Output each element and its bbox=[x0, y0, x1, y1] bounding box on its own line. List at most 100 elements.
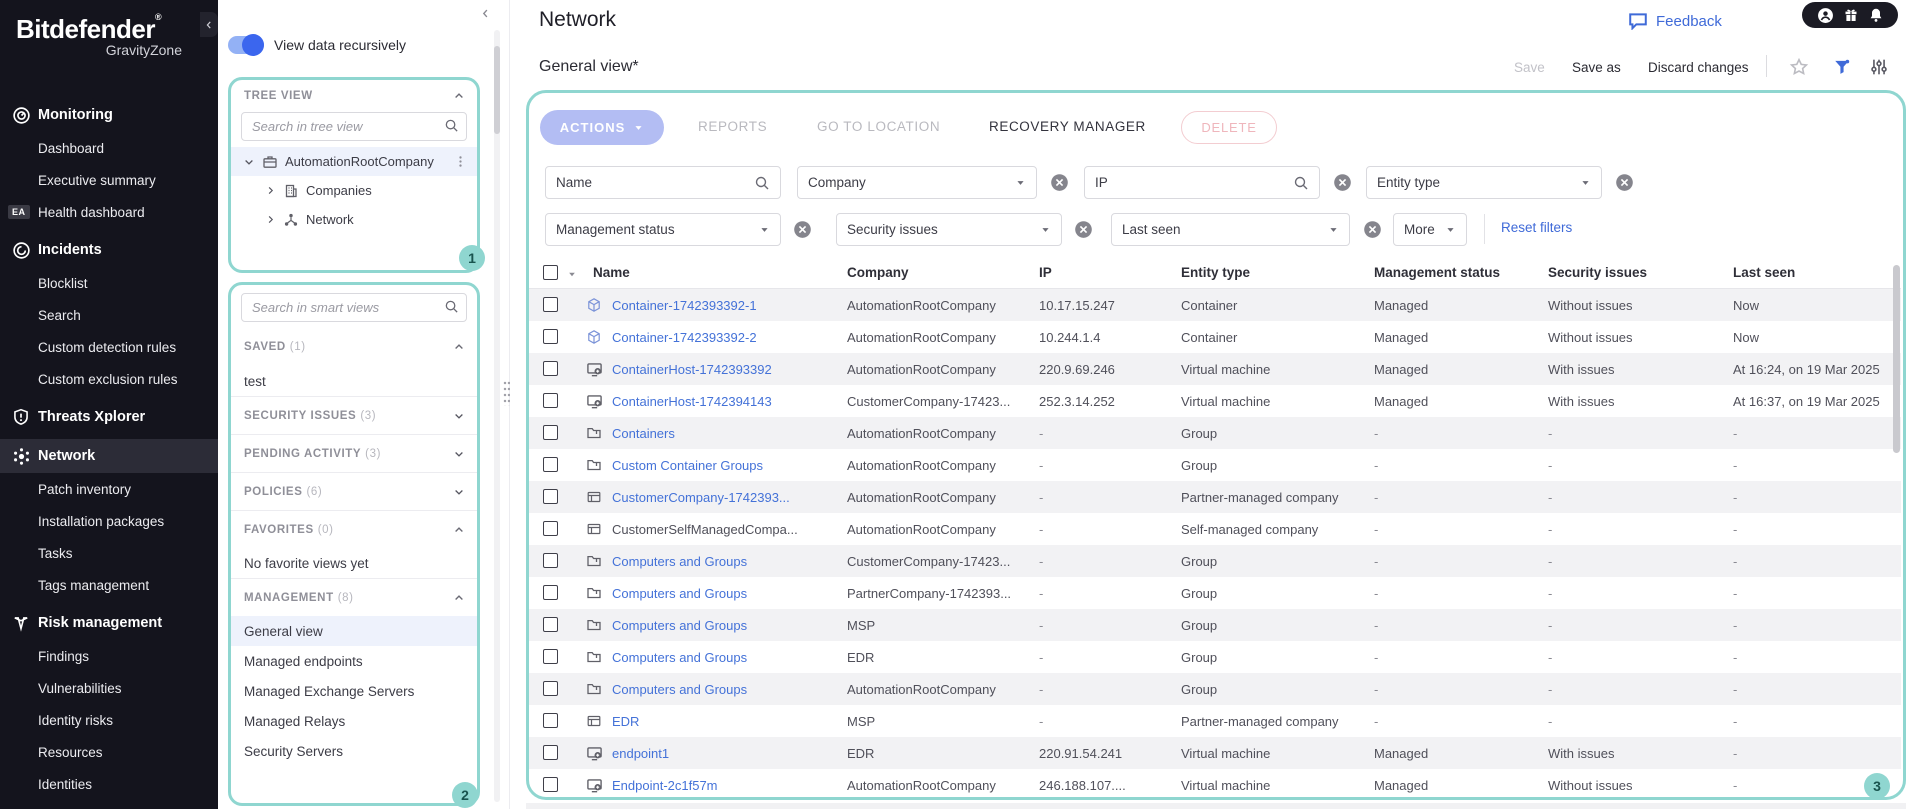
sidebar-item-patch-inventory[interactable]: Patch inventory bbox=[0, 473, 218, 505]
sidebar-item-executive-summary[interactable]: Executive summary bbox=[0, 164, 218, 196]
row-checkbox[interactable] bbox=[543, 681, 558, 696]
entity-name-link[interactable]: Container-1742393392-1 bbox=[612, 298, 834, 313]
entity-name-link[interactable]: Container-1742393392-2 bbox=[612, 330, 834, 345]
sidebar-item-monitoring[interactable]: Monitoring bbox=[0, 98, 218, 132]
sidebar-item-identities[interactable]: Identities bbox=[0, 768, 218, 800]
row-checkbox[interactable] bbox=[543, 297, 558, 312]
go-to-location-button[interactable]: GO TO LOCATION bbox=[817, 119, 940, 134]
filter-last-seen[interactable]: Last seen bbox=[1111, 213, 1350, 246]
sliders-icon[interactable] bbox=[1867, 55, 1891, 79]
filter-security-issues[interactable]: Security issues bbox=[836, 213, 1062, 246]
smart-views-search-input[interactable] bbox=[241, 293, 467, 322]
sidebar-item-tasks[interactable]: Tasks bbox=[0, 537, 218, 569]
sidebar-item-custom-detection-rules[interactable]: Custom detection rules bbox=[0, 331, 218, 363]
entity-name-link[interactable]: Computers and Groups bbox=[612, 650, 834, 665]
row-checkbox[interactable] bbox=[543, 489, 558, 504]
filter-company[interactable]: Company bbox=[797, 166, 1037, 199]
row-checkbox[interactable] bbox=[543, 457, 558, 472]
clear-entity-type-filter-icon[interactable] bbox=[1615, 173, 1634, 192]
row-checkbox[interactable] bbox=[543, 425, 558, 440]
row-checkbox[interactable] bbox=[543, 521, 558, 536]
column-header-security-issues[interactable]: Security issues bbox=[1548, 265, 1647, 280]
entity-name-link[interactable]: Endpoint-2c1f57m bbox=[612, 778, 834, 793]
smart-view-item-managed-exchange-servers[interactable]: Managed Exchange Servers bbox=[231, 676, 477, 706]
entity-name-link[interactable]: Containers bbox=[612, 426, 834, 441]
row-checkbox[interactable] bbox=[543, 585, 558, 600]
section-header-management[interactable]: MANAGEMENT (8) bbox=[231, 578, 477, 616]
entity-name-link[interactable]: Computers and Groups bbox=[612, 618, 834, 633]
view-recursively-toggle[interactable] bbox=[228, 34, 264, 56]
sidebar-item-findings[interactable]: Findings bbox=[0, 640, 218, 672]
recovery-manager-button[interactable]: RECOVERY MANAGER bbox=[989, 119, 1146, 134]
section-header-policies[interactable]: POLICIES (6) bbox=[231, 472, 477, 510]
sidebar-item-network[interactable]: Network bbox=[0, 439, 218, 473]
entity-name-link[interactable]: endpoint1 bbox=[612, 746, 834, 761]
row-checkbox[interactable] bbox=[543, 329, 558, 344]
sidebar-item-incidents[interactable]: Incidents bbox=[0, 233, 218, 267]
column-header-entity-type[interactable]: Entity type bbox=[1181, 265, 1250, 280]
panel-collapse-button[interactable] bbox=[480, 8, 491, 19]
entity-name-link[interactable]: ContainerHost-1742393392 bbox=[612, 362, 834, 377]
sidebar-item-risk-management[interactable]: Risk management bbox=[0, 606, 218, 640]
sidebar-collapse-button[interactable] bbox=[200, 12, 218, 37]
clear-company-filter-icon[interactable] bbox=[1050, 173, 1069, 192]
column-header-company[interactable]: Company bbox=[847, 265, 909, 280]
filter-more[interactable]: More bbox=[1393, 213, 1467, 246]
clear-management-status-filter-icon[interactable] bbox=[793, 220, 812, 239]
entity-name-link[interactable]: Computers and Groups bbox=[612, 554, 834, 569]
filter-name[interactable]: Name bbox=[545, 166, 781, 199]
discard-changes-button[interactable]: Discard changes bbox=[1648, 56, 1749, 78]
favorite-star-icon[interactable] bbox=[1787, 55, 1811, 79]
tree-node-network[interactable]: Network bbox=[231, 205, 477, 234]
entity-name-link[interactable]: Computers and Groups bbox=[612, 586, 834, 601]
sidebar-item-search[interactable]: Search bbox=[0, 299, 218, 331]
section-header-pending-activity[interactable]: PENDING ACTIVITY (3) bbox=[231, 434, 477, 472]
table-scrollbar-thumb[interactable] bbox=[1893, 265, 1900, 453]
clear-security-issues-filter-icon[interactable] bbox=[1074, 220, 1093, 239]
row-checkbox[interactable] bbox=[543, 393, 558, 408]
entity-name-link[interactable]: CustomerCompany-1742393... bbox=[612, 490, 834, 505]
smart-view-item-managed-endpoints[interactable]: Managed endpoints bbox=[231, 646, 477, 676]
section-header-security-issues[interactable]: SECURITY ISSUES (3) bbox=[231, 396, 477, 434]
sidebar-item-tags-management[interactable]: Tags management bbox=[0, 569, 218, 601]
clear-last-seen-filter-icon[interactable] bbox=[1363, 220, 1382, 239]
row-checkbox[interactable] bbox=[543, 745, 558, 760]
section-header-favorites[interactable]: FAVORITES (0) bbox=[231, 510, 477, 548]
entity-name-link[interactable]: Custom Container Groups bbox=[612, 458, 834, 473]
sidebar-item-resources[interactable]: Resources bbox=[0, 736, 218, 768]
smart-view-item-security-servers[interactable]: Security Servers bbox=[231, 736, 477, 766]
column-header-ip[interactable]: IP bbox=[1039, 265, 1052, 280]
row-checkbox[interactable] bbox=[543, 777, 558, 792]
filter-entity-type[interactable]: Entity type bbox=[1366, 166, 1602, 199]
row-checkbox[interactable] bbox=[543, 361, 558, 376]
reset-filters-link[interactable]: Reset filters bbox=[1501, 220, 1572, 235]
bell-icon[interactable] bbox=[1868, 7, 1884, 23]
sidebar-item-custom-exclusion-rules[interactable]: Custom exclusion rules bbox=[0, 363, 218, 395]
entity-name-link[interactable]: Computers and Groups bbox=[612, 682, 834, 697]
save-button[interactable]: Save bbox=[1514, 56, 1545, 78]
sidebar-item-installation-packages[interactable]: Installation packages bbox=[0, 505, 218, 537]
delete-button[interactable]: DELETE bbox=[1181, 111, 1277, 144]
row-checkbox[interactable] bbox=[543, 713, 558, 728]
tree-node-root[interactable]: AutomationRootCompany bbox=[231, 147, 477, 176]
save-as-button[interactable]: Save as bbox=[1572, 56, 1621, 78]
panel-scrollbar[interactable] bbox=[494, 30, 500, 802]
section-header-saved[interactable]: SAVED (1) bbox=[231, 328, 477, 366]
gift-icon[interactable] bbox=[1843, 7, 1859, 23]
filter-management-status[interactable]: Management status bbox=[545, 213, 781, 246]
filter-ip[interactable]: IP bbox=[1084, 166, 1320, 199]
sidebar-item-health-dashboard[interactable]: EA Health dashboard bbox=[0, 196, 218, 228]
tree-node-companies[interactable]: Companies bbox=[231, 176, 477, 205]
row-checkbox[interactable] bbox=[543, 617, 558, 632]
smart-view-item-test[interactable]: test bbox=[231, 366, 477, 396]
row-checkbox[interactable] bbox=[543, 553, 558, 568]
select-all-checkbox[interactable] bbox=[543, 265, 558, 280]
smart-view-item-general-view[interactable]: General view bbox=[231, 616, 477, 646]
sidebar-item-threats-xplorer[interactable]: Threats Xplorer bbox=[0, 400, 218, 434]
smart-view-item-managed-relays[interactable]: Managed Relays bbox=[231, 706, 477, 736]
filter-funnel-icon[interactable] bbox=[1830, 55, 1854, 79]
row-checkbox[interactable] bbox=[543, 649, 558, 664]
sidebar-item-blocklist[interactable]: Blocklist bbox=[0, 267, 218, 299]
entity-name-link[interactable]: EDR bbox=[612, 714, 834, 729]
tree-search-input[interactable] bbox=[241, 112, 467, 141]
